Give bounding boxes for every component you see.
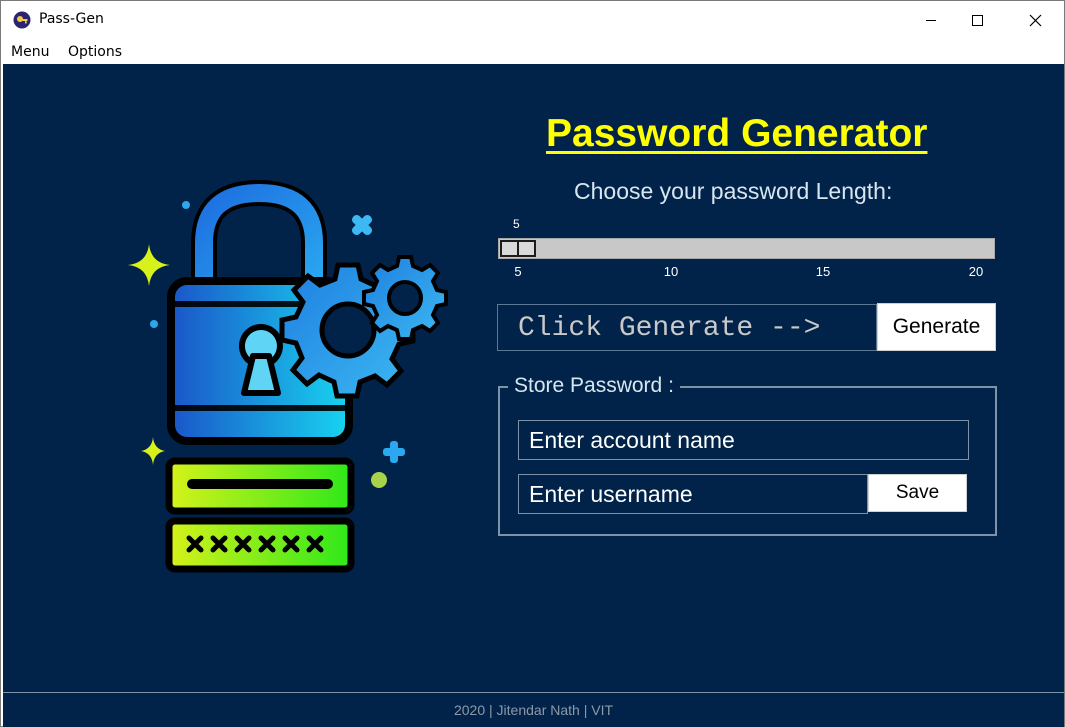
sparkle-icon (128, 244, 170, 465)
app-window: Pass-Gen Menu Options Password Generator… (0, 0, 1065, 727)
slider-tick-label: 20 (968, 264, 984, 279)
slider-tick-label: 5 (514, 264, 522, 279)
window-title: Pass-Gen (39, 11, 104, 27)
menu-menu[interactable]: Menu (11, 44, 49, 60)
page-title: Password Generator (546, 112, 928, 155)
slider-thumb[interactable] (500, 240, 536, 257)
title-bar[interactable]: Pass-Gen (1, 1, 1064, 39)
length-slider[interactable] (498, 238, 995, 259)
password-output-field[interactable]: Click Generate --> (497, 304, 877, 351)
password-output-text: Click Generate --> (518, 313, 821, 344)
plus-icon (383, 441, 405, 463)
minimize-button[interactable] (908, 1, 954, 39)
minimize-icon (926, 20, 936, 21)
slider-value-label: 5 (513, 217, 520, 231)
slider-tick-label: 15 (815, 264, 831, 279)
close-button[interactable] (1012, 1, 1058, 39)
length-prompt: Choose your password Length: (574, 178, 893, 204)
plus-shape-icon (351, 214, 373, 236)
save-button[interactable]: Save (868, 474, 967, 512)
generate-button[interactable]: Generate (877, 303, 996, 351)
maximize-button[interactable] (954, 1, 1000, 39)
padlock-gears-illustration (128, 179, 448, 573)
slider-tick-label: 10 (663, 264, 679, 279)
app-logo-icon (13, 11, 31, 29)
footer-credits: 2020 | Jitendar Nath | VIT (3, 692, 1064, 727)
menu-options[interactable]: Options (68, 44, 122, 60)
close-icon (1029, 14, 1042, 27)
store-password-legend: Store Password : (508, 374, 680, 398)
username-input[interactable] (518, 474, 868, 514)
menu-bar: Menu Options (1, 39, 1064, 64)
small-gear-icon (362, 255, 448, 341)
account-name-input[interactable] (518, 420, 969, 460)
maximize-icon (972, 15, 983, 26)
